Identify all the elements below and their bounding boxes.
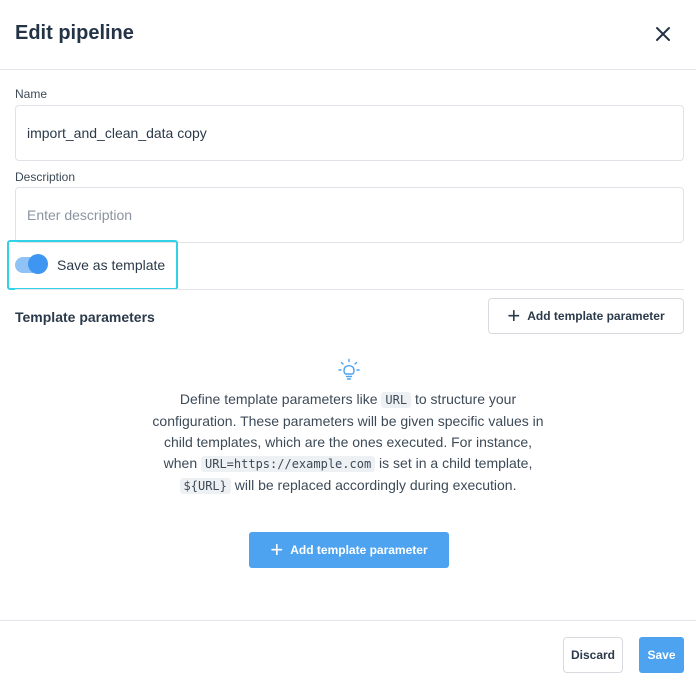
discard-button[interactable]: Discard	[563, 637, 623, 673]
save-as-template-toggle[interactable]: Save as template	[7, 240, 178, 290]
dialog-header: Edit pipeline	[0, 0, 696, 70]
save-button[interactable]: Save	[639, 637, 684, 673]
section-divider	[15, 289, 684, 290]
footer-divider	[0, 620, 696, 621]
plus-icon: +	[270, 537, 284, 562]
description-label: Description	[15, 170, 76, 184]
code-url: URL	[381, 392, 412, 408]
toggle-knob	[28, 254, 48, 274]
toggle-track[interactable]	[15, 254, 48, 274]
code-url-example: URL=https://example.com	[201, 456, 376, 472]
description-input[interactable]	[15, 187, 684, 243]
name-input[interactable]	[15, 105, 684, 161]
lightbulb-icon	[338, 358, 360, 380]
template-parameters-title: Template parameters	[15, 309, 155, 325]
code-url-variable: ${URL}	[179, 478, 231, 494]
add-template-parameter-primary-label: Add template parameter	[290, 543, 428, 557]
add-template-parameter-label: Add template parameter	[527, 309, 665, 323]
name-label: Name	[15, 87, 48, 101]
close-button[interactable]	[648, 20, 678, 48]
close-icon	[656, 27, 670, 41]
dialog-title: Edit pipeline	[15, 22, 134, 44]
plus-icon: +	[507, 303, 521, 328]
add-template-parameter-primary-button[interactable]: + Add template parameter	[249, 532, 449, 568]
add-template-parameter-button[interactable]: + Add template parameter	[488, 298, 684, 334]
template-parameters-help-text: Define template parameters like URL to s…	[152, 391, 544, 494]
toggle-label: Save as template	[57, 257, 166, 273]
